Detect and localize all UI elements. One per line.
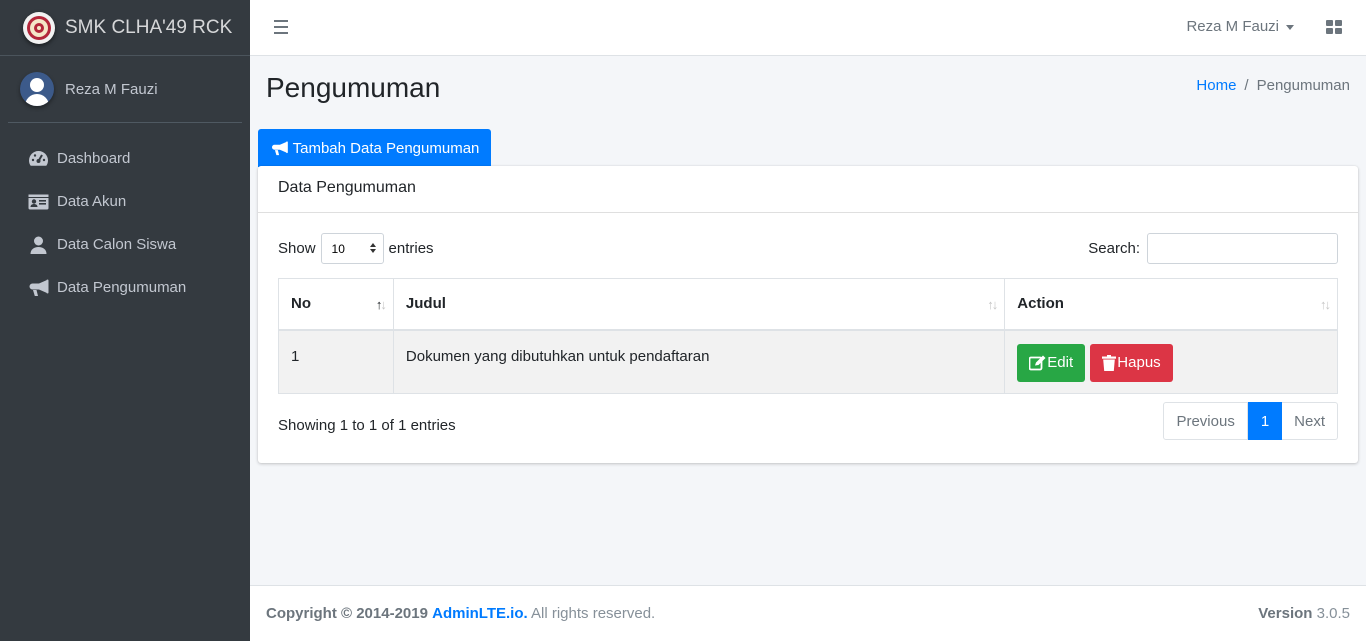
copyright-text: Copyright © 2014-2019: [266, 605, 428, 622]
column-header-action[interactable]: Action ↑↓: [1004, 278, 1338, 331]
main-footer: Copyright © 2014-2019 AdminLTE.io. All r…: [250, 585, 1366, 641]
sidebar-item-label: Dashboard: [57, 150, 131, 167]
bullhorn-icon: [271, 140, 288, 155]
table-row: 1 Dokumen yang dibutuhkan untuk pendafta…: [278, 329, 1338, 394]
cell-no: 1: [278, 329, 394, 394]
caret-down-icon: [1286, 24, 1294, 30]
sidebar-item-dashboard[interactable]: Dashboard: [0, 137, 250, 180]
sort-icon: ↑↓: [1320, 297, 1331, 312]
breadcrumb-current: Pengumuman: [1256, 77, 1350, 94]
sidebar-nav: Dashboard Data Akun Data Calon Siswa Dat…: [0, 137, 250, 309]
add-announcement-button[interactable]: Tambah Data Pengumuman: [258, 129, 491, 167]
user-panel[interactable]: Reza M Fauzi: [8, 56, 242, 123]
table-header-row: No ↑↓ Judul ↑↓ Action ↑↓: [278, 278, 1338, 331]
main-header: Reza M Fauzi: [250, 0, 1366, 56]
sidebar-item-data-calon-siswa[interactable]: Data Calon Siswa: [0, 223, 250, 266]
page-title: Pengumuman: [266, 72, 441, 103]
avatar: [20, 72, 54, 106]
user-dropdown[interactable]: Reza M Fauzi: [1186, 18, 1294, 35]
school-logo-icon: [23, 11, 55, 44]
tachometer-icon: [27, 149, 49, 169]
column-header-no[interactable]: No ↑↓: [278, 278, 394, 331]
brand-link[interactable]: SMK CLHA'49 RCK: [0, 0, 250, 56]
footer-version: Version 3.0.5: [1258, 605, 1350, 622]
pagination-next[interactable]: Next: [1282, 402, 1338, 440]
length-show-label: Show: [278, 240, 316, 257]
control-sidebar-grid-icon[interactable]: [1326, 20, 1342, 34]
breadcrumb-separator: /: [1244, 77, 1249, 94]
cell-action: Edit Hapus: [1004, 329, 1338, 394]
table-search: Search:: [1088, 233, 1338, 264]
footer-copyright: Copyright © 2014-2019 AdminLTE.io. All r…: [266, 605, 655, 622]
sidebar-item-label: Data Akun: [57, 193, 127, 210]
rights-text: All rights reserved.: [531, 605, 656, 622]
pagination: Previous 1 Next: [1163, 402, 1338, 440]
table-info: Showing 1 to 1 of 1 entries: [278, 417, 456, 434]
sort-icon: ↑↓: [987, 297, 998, 312]
adminlte-link[interactable]: AdminLTE.io.: [432, 605, 528, 622]
entries-length-control: Show 10 entries: [278, 233, 434, 264]
header-user-name: Reza M Fauzi: [1186, 18, 1279, 35]
sort-ascending-icon: ↑↓: [375, 297, 387, 312]
sidebar-item-data-pengumuman[interactable]: Data Pengumuman: [0, 266, 250, 309]
pagination-page-1[interactable]: 1: [1247, 402, 1283, 440]
cell-judul: Dokumen yang dibutuhkan untuk pendaftara…: [392, 329, 1006, 394]
brand-text: SMK CLHA'49 RCK: [65, 16, 233, 38]
add-button-label: Tambah Data Pengumuman: [292, 139, 480, 157]
bullhorn-icon: [27, 278, 49, 298]
main-sidebar: SMK CLHA'49 RCK Reza M Fauzi Dashboard D…: [0, 0, 250, 641]
search-input[interactable]: [1147, 233, 1338, 264]
announcement-table: No ↑↓ Judul ↑↓ Action ↑↓ 1 Dokumen yang …: [278, 278, 1338, 394]
length-entries-label: entries: [388, 240, 434, 257]
user-icon: [27, 235, 49, 255]
sidebar-user-name[interactable]: Reza M Fauzi: [65, 81, 158, 98]
trash-icon: [1102, 354, 1117, 371]
menu-toggle-icon[interactable]: [274, 20, 288, 34]
version-label: Version: [1258, 605, 1313, 622]
delete-button[interactable]: Hapus: [1090, 343, 1173, 382]
sidebar-item-data-akun[interactable]: Data Akun: [0, 180, 250, 223]
edit-icon: [1029, 355, 1046, 370]
card-title: Data Pengumuman: [258, 166, 1358, 213]
entries-per-page-select[interactable]: 10: [320, 233, 384, 264]
version-number: 3.0.5: [1316, 605, 1350, 622]
pagination-previous[interactable]: Previous: [1163, 402, 1248, 440]
breadcrumb: Home / Pengumuman: [1196, 77, 1350, 94]
column-header-judul[interactable]: Judul ↑↓: [392, 278, 1006, 331]
sidebar-item-label: Data Pengumuman: [57, 279, 187, 296]
edit-button[interactable]: Edit: [1017, 343, 1086, 382]
announcement-card: Data Pengumuman Show 10 entries Search: …: [258, 166, 1358, 463]
breadcrumb-home-link[interactable]: Home: [1196, 77, 1236, 94]
id-card-icon: [27, 192, 49, 212]
sidebar-item-label: Data Calon Siswa: [57, 236, 177, 253]
search-label: Search:: [1088, 240, 1140, 257]
